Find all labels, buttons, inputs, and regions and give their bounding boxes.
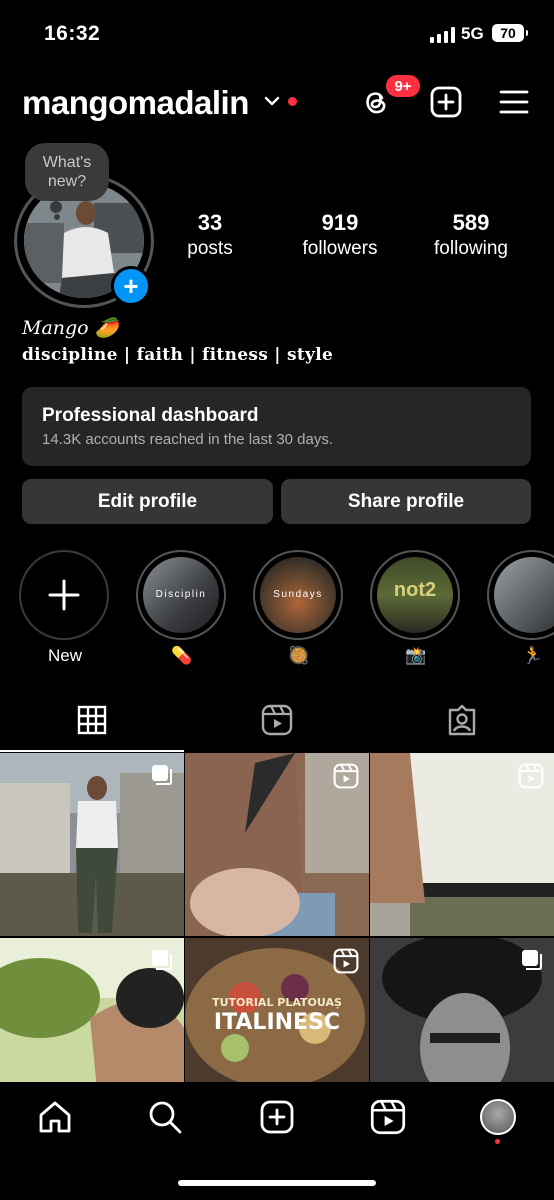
highlight-ring: Sundays: [253, 550, 343, 640]
highlight-item[interactable]: Disciplin 💊: [136, 550, 228, 666]
bubble-tail: [50, 201, 62, 213]
highlight-item[interactable]: Sundays 🥘: [253, 550, 345, 666]
nav-create[interactable]: [255, 1095, 299, 1139]
battery-level: 70: [500, 25, 516, 41]
highlight-ring: not2: [370, 550, 460, 640]
stat-followers-label: followers: [302, 238, 378, 259]
reels-icon: [333, 763, 359, 789]
notification-badge: 9+: [384, 73, 422, 99]
bubble-tail-dot: [54, 214, 60, 220]
network-label: 5G: [461, 24, 484, 43]
stat-posts-value: 33: [197, 210, 223, 235]
highlight-label: 🏃: [522, 646, 544, 665]
highlight-overlay: Sundays: [273, 589, 323, 600]
profile-notification-dot: [495, 1139, 500, 1144]
post-overlay-bottom: ITALINESC: [213, 1010, 341, 1035]
reels-icon: [261, 704, 293, 736]
stat-posts[interactable]: 33 posts: [170, 210, 250, 260]
highlight-label: 💊: [171, 646, 193, 665]
status-time: 16:32: [44, 22, 101, 45]
nav-profile[interactable]: [476, 1095, 520, 1139]
carousel-icon: [152, 950, 172, 970]
highlight-label: New: [47, 646, 82, 665]
active-tab-indicator: [0, 750, 184, 752]
highlight-new-ring: [19, 550, 109, 640]
reels-icon: [333, 948, 359, 974]
tab-grid[interactable]: [72, 700, 112, 740]
grid-post[interactable]: [370, 753, 554, 936]
home-indicator[interactable]: [178, 1180, 376, 1186]
carousel-icon: [152, 765, 172, 785]
tab-tagged[interactable]: [442, 700, 482, 740]
highlight-new[interactable]: New: [19, 550, 111, 666]
grid-post[interactable]: [185, 753, 369, 936]
highlight-ring: [487, 550, 554, 640]
highlight-image: [494, 557, 554, 633]
create-icon: [260, 1100, 294, 1134]
reels-icon: [370, 1099, 406, 1135]
reels-icon: [518, 763, 544, 789]
tagged-icon: [448, 704, 476, 736]
dashboard-title: Professional dashboard: [42, 405, 259, 426]
search-icon: [149, 1101, 182, 1134]
grid-icon: [77, 705, 107, 735]
nav-reels[interactable]: [366, 1095, 410, 1139]
highlight-image: Disciplin: [143, 557, 219, 633]
edit-profile-button[interactable]: Edit profile: [22, 479, 273, 524]
dashboard-subtitle: 14.3K accounts reached in the last 30 da…: [42, 431, 334, 448]
stat-posts-label: posts: [187, 238, 233, 259]
highlight-image: Sundays: [260, 557, 336, 633]
stat-followers[interactable]: 919 followers: [290, 210, 390, 260]
stat-followers-value: 919: [321, 210, 359, 235]
share-profile-button[interactable]: Share profile: [281, 479, 531, 524]
highlight-overlay: Disciplin: [155, 589, 207, 600]
battery-icon: 70: [492, 24, 528, 42]
highlight-label: 🥘: [288, 646, 310, 665]
chevron-down-icon[interactable]: [264, 94, 280, 112]
home-icon: [39, 1101, 71, 1133]
profile-bio: discipline | faith | fitness | style: [22, 345, 334, 365]
nav-home[interactable]: [33, 1095, 77, 1139]
carousel-icon: [522, 950, 542, 970]
post-overlay-top: TUTORIAL PLATOUAȘ: [212, 996, 342, 1009]
tab-reels[interactable]: [257, 700, 297, 740]
highlight-ring: Disciplin: [136, 550, 226, 640]
grid-post[interactable]: [0, 753, 184, 936]
highlight-image: not2: [377, 557, 453, 633]
profile-name: Mango 🥭: [22, 317, 119, 339]
professional-dashboard[interactable]: Professional dashboard 14.3K accounts re…: [22, 387, 531, 466]
nav-search[interactable]: [143, 1095, 187, 1139]
create-post-icon[interactable]: [428, 84, 464, 120]
profile-username[interactable]: mangomadalin: [22, 84, 249, 122]
stat-following-value: 589: [452, 210, 490, 235]
stat-following-label: following: [434, 238, 508, 259]
plus-icon: [48, 579, 80, 611]
stat-following[interactable]: 589 following: [421, 210, 521, 260]
nav-avatar: [480, 1099, 516, 1135]
highlight-item[interactable]: not2 📸: [370, 550, 462, 666]
signal-icon: [430, 27, 455, 43]
add-story-icon[interactable]: +: [111, 266, 151, 306]
whats-new-bubble[interactable]: What's new?: [25, 143, 109, 201]
highlight-label: 📸: [405, 646, 427, 665]
highlight-overlay: not2: [393, 579, 437, 601]
menu-icon[interactable]: [496, 84, 532, 120]
highlight-item[interactable]: 🏃: [487, 550, 554, 666]
account-notification-dot: [288, 97, 297, 106]
